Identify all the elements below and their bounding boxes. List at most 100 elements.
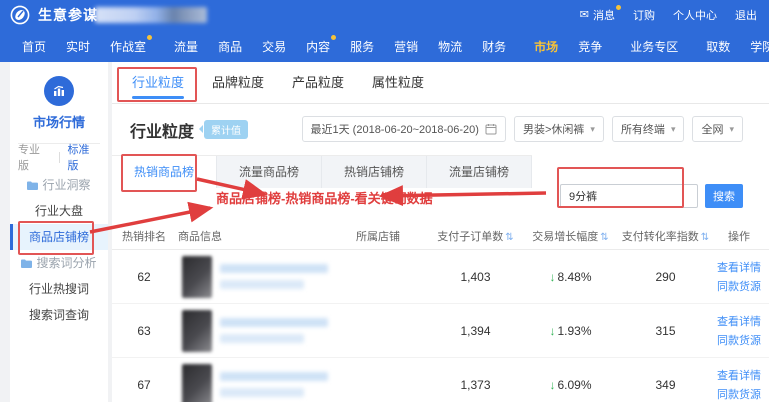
network-dropdown[interactable]: 全网 ▾ [692, 116, 743, 142]
tab-industry-granularity[interactable]: 行业粒度 [118, 62, 198, 104]
keyword-search: 搜索 [560, 184, 743, 208]
sidebar-group-search-analysis[interactable]: 搜索词分析 [10, 250, 108, 276]
nav-home[interactable]: 首页 [12, 38, 56, 55]
nav-logistics[interactable]: 物流 [428, 38, 472, 55]
growth-value: ↓1.93% [523, 324, 618, 338]
nav-competition[interactable]: 竞争 [568, 38, 612, 55]
terminal-dropdown[interactable]: 所有终端 ▾ [612, 116, 685, 142]
col-rank: 热销排名 [120, 228, 168, 244]
col-conversion-index: 支付转化率指数⇅ [618, 228, 713, 244]
subtab-hot-goods-rank[interactable]: 热销商品榜 [112, 156, 217, 188]
nav-service[interactable]: 服务 [340, 38, 384, 55]
sidebar-item-goods-shop-rank[interactable]: 商品店铺榜 [10, 224, 108, 250]
rank-value: 67 [120, 378, 168, 392]
subtab-traffic-goods-rank[interactable]: 流量商品榜 [217, 156, 322, 188]
col-actions: 操作 [713, 228, 765, 244]
tab-pro-version[interactable]: 专业版 [10, 141, 59, 173]
blurred-text [220, 318, 328, 327]
version-switcher: 专业版 标准版 [10, 144, 108, 170]
orders-value: 1,403 [428, 270, 523, 284]
nav-content[interactable]: 内容 [296, 38, 340, 55]
view-detail-link[interactable]: 查看详情 [717, 367, 761, 383]
brand-name: 生意参谋 [38, 5, 98, 25]
col-shop: 所属店铺 [328, 228, 428, 244]
messages-link[interactable]: ✉ 消息 [580, 7, 615, 23]
blurred-account-info [95, 7, 207, 23]
table-row: 67 1,373 ↓6.09% 349 查看详情同款货源 [112, 358, 769, 402]
nav-goods[interactable]: 商品 [208, 38, 252, 55]
blurred-text [220, 280, 304, 289]
brand-logo-icon [10, 5, 30, 25]
section-heading: 行业粒度 累计值 最近1天 (2018-06-20~2018-06-20) 男装… [112, 104, 769, 154]
blurred-text [220, 388, 304, 397]
nav-finance[interactable]: 财务 [472, 38, 516, 55]
sidebar-item-hot-search-words[interactable]: 行业热搜词 [10, 276, 108, 302]
folder-icon [21, 259, 32, 268]
blurred-text [220, 264, 328, 273]
folder-icon [27, 181, 38, 190]
logout-link[interactable]: 退出 [735, 7, 757, 23]
view-detail-link[interactable]: 查看详情 [717, 313, 761, 329]
new-dot [147, 35, 152, 40]
trend-down-icon: ↓ [549, 324, 555, 338]
orders-value: 1,394 [428, 324, 523, 338]
table-header: 热销排名 商品信息 所属店铺 支付子订单数⇅ 交易增长幅度⇅ 支付转化率指数⇅ … [112, 222, 769, 250]
tab-standard-version[interactable]: 标准版 [59, 141, 108, 173]
product-image-blurred [182, 310, 212, 352]
main-nav: 首页 实时 作战室 流量 商品 交易 内容 服务 营销 物流 财务 市场 竞争 … [0, 30, 769, 62]
app-window: 生意参谋 ✉ 消息 订购 个人中心 退出 首页 实时 作战室 流量 商品 交易 … [0, 0, 769, 402]
nav-marketing[interactable]: 营销 [384, 38, 428, 55]
nav-market-active[interactable]: 市场 [524, 38, 568, 55]
blurred-text [220, 334, 304, 343]
sidebar-group-industry-insight[interactable]: 行业洞察 [10, 172, 108, 198]
nav-business-zone[interactable]: 业务专区 [620, 38, 688, 55]
nav-traffic[interactable]: 流量 [164, 38, 208, 55]
sort-icon[interactable]: ⇅ [701, 232, 709, 243]
cumulative-badge: 累计值 [204, 120, 248, 139]
envelope-icon: ✉ [580, 10, 589, 21]
rank-subtabs: 热销商品榜 流量商品榜 热销店铺榜 流量店铺榜 [112, 155, 532, 187]
col-trade-growth: 交易增长幅度⇅ [523, 228, 618, 244]
same-source-link[interactable]: 同款货源 [717, 278, 761, 294]
same-source-link[interactable]: 同款货源 [717, 332, 761, 348]
sidebar-item-search-word-query[interactable]: 搜索词查询 [10, 302, 108, 328]
tab-brand-granularity[interactable]: 品牌粒度 [198, 62, 278, 104]
nav-warroom[interactable]: 作战室 [100, 38, 156, 55]
growth-value: ↓8.48% [523, 270, 618, 284]
product-image-blurred [182, 256, 212, 298]
tab-attribute-granularity[interactable]: 属性粒度 [358, 62, 438, 104]
tab-product-granularity[interactable]: 产品粒度 [278, 62, 358, 104]
notification-dot [616, 5, 621, 10]
subtab-hot-shop-rank[interactable]: 热销店铺榜 [322, 156, 427, 188]
main-content: 行业粒度 品牌粒度 产品粒度 属性粒度 行业粒度 累计值 最近1天 (2018-… [112, 62, 769, 402]
nav-academy[interactable]: 学院 [740, 38, 769, 55]
nav-data-extract[interactable]: 取数 [696, 38, 740, 55]
nav-trade[interactable]: 交易 [252, 38, 296, 55]
trend-down-icon: ↓ [549, 270, 555, 284]
search-button[interactable]: 搜索 [705, 184, 743, 208]
blurred-text [220, 372, 328, 381]
sort-icon[interactable]: ⇅ [505, 232, 513, 243]
orders-value: 1,373 [428, 378, 523, 392]
rank-value: 63 [120, 324, 168, 338]
sort-icon[interactable]: ⇅ [600, 232, 608, 243]
rank-value: 62 [120, 270, 168, 284]
sidebar-menu: 行业洞察 行业大盘 商品店铺榜 搜索词分析 行业热搜词 搜索词查询 [10, 172, 108, 328]
nav-realtime[interactable]: 实时 [56, 38, 100, 55]
search-input[interactable] [560, 184, 698, 208]
subtab-traffic-shop-rank[interactable]: 流量店铺榜 [427, 156, 532, 188]
table-row: 63 1,394 ↓1.93% 315 查看详情同款货源 [112, 304, 769, 358]
profile-link[interactable]: 个人中心 [673, 7, 717, 23]
sidebar-header: 市场行情 [10, 62, 108, 131]
category-dropdown[interactable]: 男装>休闲裤 ▾ [514, 116, 604, 142]
col-paid-suborders: 支付子订单数⇅ [428, 228, 523, 244]
sidebar-item-industry-board[interactable]: 行业大盘 [10, 198, 108, 224]
index-value: 315 [618, 324, 713, 338]
chevron-down-icon: ▾ [671, 124, 676, 135]
same-source-link[interactable]: 同款货源 [717, 386, 761, 402]
sidebar-title: 市场行情 [10, 112, 108, 131]
subscribe-link[interactable]: 订购 [633, 7, 655, 23]
date-range-picker[interactable]: 最近1天 (2018-06-20~2018-06-20) [302, 116, 506, 142]
granularity-tabs: 行业粒度 品牌粒度 产品粒度 属性粒度 [112, 62, 769, 104]
view-detail-link[interactable]: 查看详情 [717, 259, 761, 275]
